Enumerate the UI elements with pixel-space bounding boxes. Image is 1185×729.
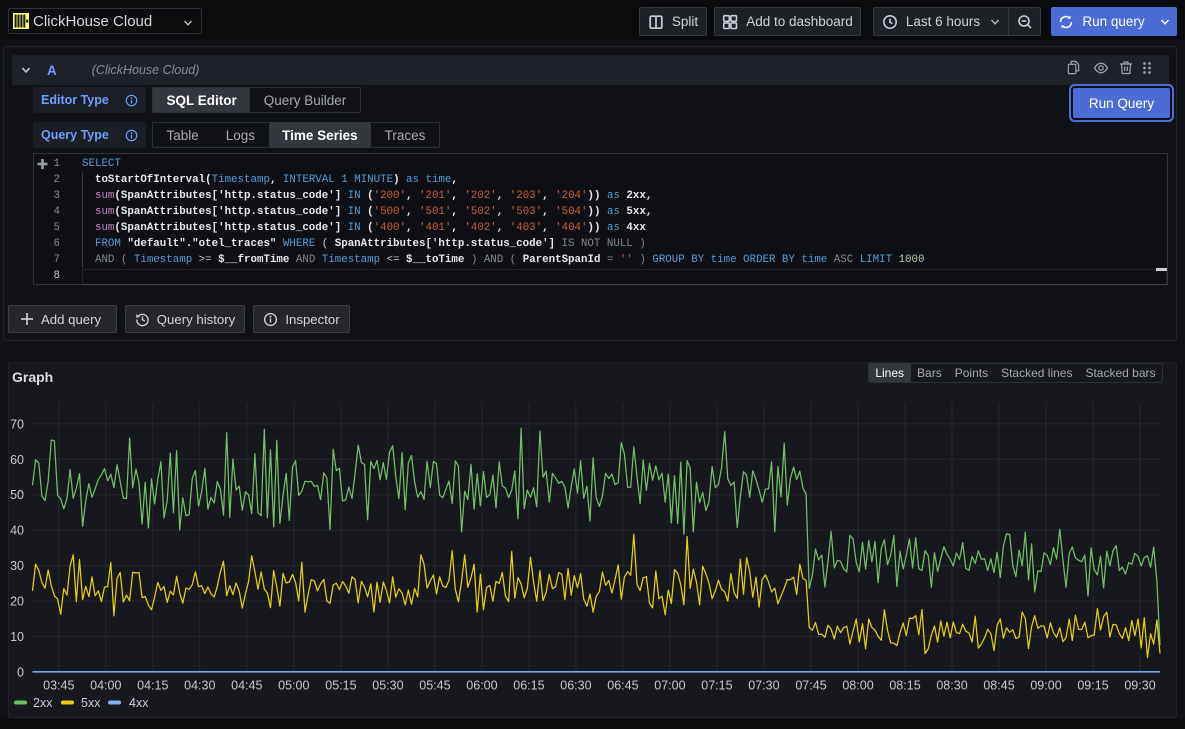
svg-text:05:15: 05:15 [325, 679, 356, 693]
svg-text:07:15: 07:15 [701, 679, 732, 693]
svg-text:60: 60 [10, 453, 24, 467]
svg-text:2xx: 2xx [33, 696, 53, 710]
svg-text:08:15: 08:15 [889, 679, 920, 693]
svg-text:09:15: 09:15 [1077, 679, 1108, 693]
svg-text:04:30: 04:30 [184, 679, 215, 693]
svg-text:06:15: 06:15 [513, 679, 544, 693]
svg-text:07:00: 07:00 [654, 679, 685, 693]
svg-text:09:30: 09:30 [1124, 679, 1155, 693]
svg-text:40: 40 [10, 524, 24, 538]
svg-text:20: 20 [10, 595, 24, 609]
svg-text:07:30: 07:30 [748, 679, 779, 693]
svg-text:03:45: 03:45 [43, 679, 74, 693]
svg-text:04:45: 04:45 [231, 679, 262, 693]
svg-text:4xx: 4xx [129, 696, 149, 710]
svg-text:06:45: 06:45 [607, 679, 638, 693]
svg-text:30: 30 [10, 559, 24, 573]
svg-text:70: 70 [10, 417, 24, 431]
svg-text:0: 0 [17, 665, 24, 679]
svg-text:05:30: 05:30 [372, 679, 403, 693]
svg-text:04:15: 04:15 [137, 679, 168, 693]
svg-text:04:00: 04:00 [90, 679, 121, 693]
svg-text:05:45: 05:45 [419, 679, 450, 693]
svg-text:08:30: 08:30 [936, 679, 967, 693]
svg-text:08:00: 08:00 [842, 679, 873, 693]
svg-text:08:45: 08:45 [983, 679, 1014, 693]
svg-text:07:45: 07:45 [795, 679, 826, 693]
svg-text:05:00: 05:00 [278, 679, 309, 693]
svg-text:09:00: 09:00 [1030, 679, 1061, 693]
svg-text:06:00: 06:00 [466, 679, 497, 693]
svg-text:5xx: 5xx [81, 696, 101, 710]
svg-text:50: 50 [10, 488, 24, 502]
svg-text:10: 10 [10, 630, 24, 644]
svg-text:06:30: 06:30 [560, 679, 591, 693]
